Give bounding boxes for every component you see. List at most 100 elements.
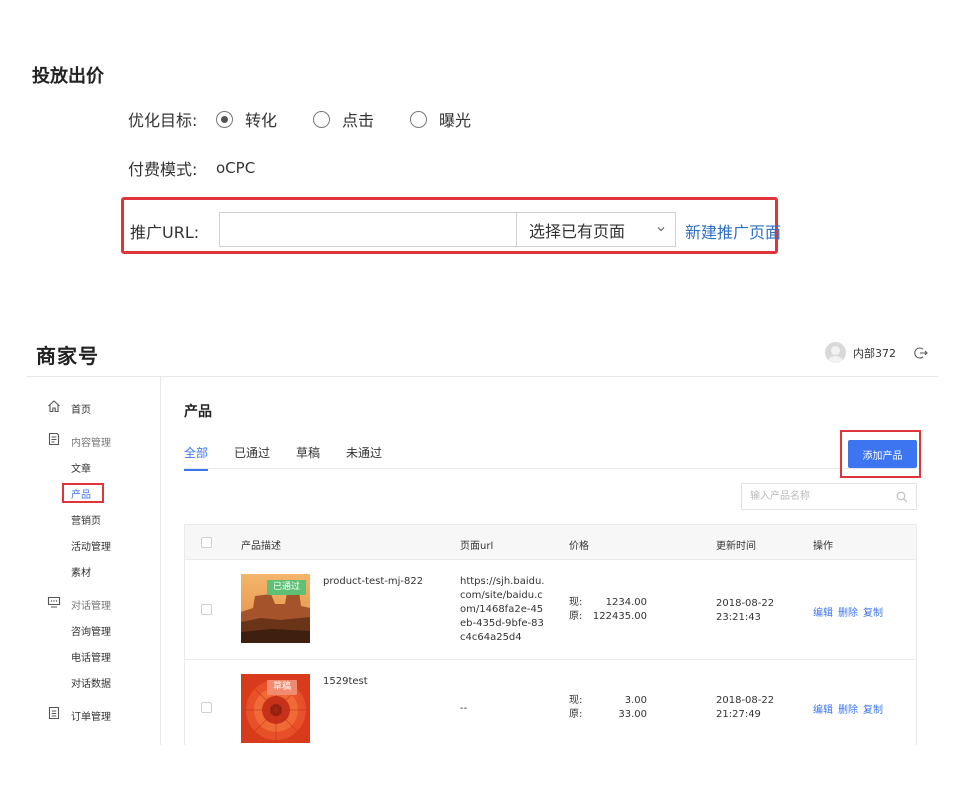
sidebar-item-articles[interactable]: 文章 [71,460,91,475]
product-search [741,483,917,510]
new-promotion-page-link[interactable]: 新建推广页面 [685,219,781,243]
sidebar-item-orders[interactable]: 订单管理 [71,708,111,723]
price-cell: 现: 3.00 原: 33.00 [569,694,647,722]
updated-clock: 21:27:49 [716,709,761,720]
main-content: 产品 全部 已通过 草稿 未通过 添加产品 产品描述 页面url 价格 更新时间… [162,377,938,745]
goal-radio-label: 曝光 [439,111,472,130]
product-page-url: -- [460,703,468,714]
sidebar-item-consulting[interactable]: 咨询管理 [71,623,111,638]
current-price: 3.00 [624,695,647,706]
status-tabs: 全部 已通过 草稿 未通过 [184,444,408,471]
product-page-url: https://sjh.baidu.com/site/baidu.com/146… [460,576,545,643]
radio-unchecked-icon [313,110,331,128]
product-search-input[interactable] [742,484,892,509]
search-icon[interactable] [896,491,908,503]
goal-radio-conversion[interactable]: 转化 [216,107,277,131]
updated-date: 2018-08-22 [716,598,775,609]
table-row: 草稿 1529test -- 现: 3.00 原: 33.00 2018-08-22… [185,660,916,745]
chevron-down-icon [657,227,665,232]
goal-radio-click[interactable]: 点击 [313,107,374,131]
sidebar-item-activities[interactable]: 活动管理 [71,538,111,553]
home-icon [48,400,60,413]
updated-clock: 23:21:43 [716,612,761,623]
column-header: 更新时间 [716,541,756,552]
delete-link[interactable]: 删除 [838,701,858,716]
product-image-canyon[interactable]: 已通过 [241,574,310,643]
original-price: 33.00 [618,709,647,720]
tab-all[interactable]: 全部 [184,444,209,471]
user-name: 内部372 [853,346,896,360]
current-price: 1234.00 [605,597,647,608]
status-badge: 草稿 [267,680,298,695]
add-product-button[interactable]: 添加产品 [848,440,917,468]
goal-radio-label: 点击 [342,111,375,130]
updated-time: 2018-08-22 21:27:49 [716,694,774,722]
column-header: 操作 [813,541,833,552]
goal-radio-exposure[interactable]: 曝光 [410,107,471,131]
sidebar-item-dialog-data[interactable]: 对话数据 [71,675,111,690]
table-header: 产品描述 页面url 价格 更新时间 操作 [185,525,916,560]
column-header: 价格 [569,541,589,552]
column-header: 产品描述 [241,541,281,552]
row-actions: 编辑 删除 复制 [813,604,888,619]
status-badge: 已通过 [267,580,307,595]
original-price-label: 原: [569,611,583,622]
tab-draft[interactable]: 草稿 [296,444,320,471]
product-image-flower[interactable]: 草稿 [241,674,310,743]
user-menu[interactable]: 内部372 [825,342,928,363]
product-name: product-test-mj-822 [323,576,424,587]
row-checkbox[interactable] [201,604,212,615]
original-price-label: 原: [569,709,583,720]
existing-page-select[interactable]: 选择已有页面 [516,212,676,247]
payment-mode-value: oCPC [216,159,256,177]
current-price-label: 现: [569,597,583,608]
sidebar-group-dialog[interactable]: 对话管理 [71,597,111,612]
sidebar-item-products[interactable]: 产品 [71,486,91,501]
table-row: 已通过 product-test-mj-822 https://sjh.baid… [185,560,916,660]
promotion-url-highlight-box: 推广URL: 选择已有页面 新建推广页面 [121,197,781,254]
radio-checked-icon [216,110,233,128]
product-name: 1529test [323,676,368,687]
sidebar-item-marketing-pages[interactable]: 营销页 [71,512,101,527]
updated-time: 2018-08-22 23:21:43 [716,597,774,625]
tab-approved[interactable]: 已通过 [234,444,270,471]
copy-link[interactable]: 复制 [863,604,883,619]
original-price: 122435.00 [592,611,647,622]
sidebar-item-phone[interactable]: 电话管理 [71,649,111,664]
tab-rejected[interactable]: 未通过 [346,444,382,471]
page-title: 产品 [184,404,212,420]
optimization-goal-label: 优化目标: [128,111,198,130]
existing-page-select-value: 选择已有页面 [529,221,626,241]
avatar [825,342,846,363]
bid-section-title: 投放出价 [32,66,104,87]
product-table: 产品描述 页面url 价格 更新时间 操作 已通过 product-test-m… [184,524,917,745]
sidebar-group-content[interactable]: 内容管理 [71,434,111,449]
goal-radio-label: 转化 [245,111,278,130]
logout-icon[interactable] [914,346,928,360]
tabs-divider [184,468,916,469]
delete-link[interactable]: 删除 [838,604,858,619]
radio-unchecked-icon [410,110,428,128]
payment-mode-label: 付费模式: [128,160,198,179]
optimization-goal-row: 优化目标: 转化 点击 曝光 [128,107,507,131]
price-cell: 现: 1234.00 原: 122435.00 [569,596,647,624]
row-checkbox[interactable] [201,702,212,713]
select-all-checkbox[interactable] [201,537,212,548]
promotion-url-label: 推广URL: [130,223,200,242]
sidebar-item-materials[interactable]: 素材 [71,564,91,579]
column-header: 页面url [460,541,494,552]
current-price-label: 现: [569,695,583,706]
order-icon [48,706,60,720]
chat-icon [47,596,61,608]
sidebar: 首页 内容管理 文章 产品 营销页 活动管理 素材 对话管理 咨询管理 电话管理… [26,377,161,745]
copy-link[interactable]: 复制 [863,701,883,716]
document-icon [48,432,60,446]
promotion-url-input[interactable] [219,212,516,247]
updated-date: 2018-08-22 [716,695,775,706]
sidebar-item-home[interactable]: 首页 [71,401,91,416]
brand-logo: 商家号 [36,344,99,368]
row-actions: 编辑 删除 复制 [813,701,888,716]
edit-link[interactable]: 编辑 [813,604,833,619]
edit-link[interactable]: 编辑 [813,701,833,716]
payment-mode-row: 付费模式: oCPC [128,157,255,179]
